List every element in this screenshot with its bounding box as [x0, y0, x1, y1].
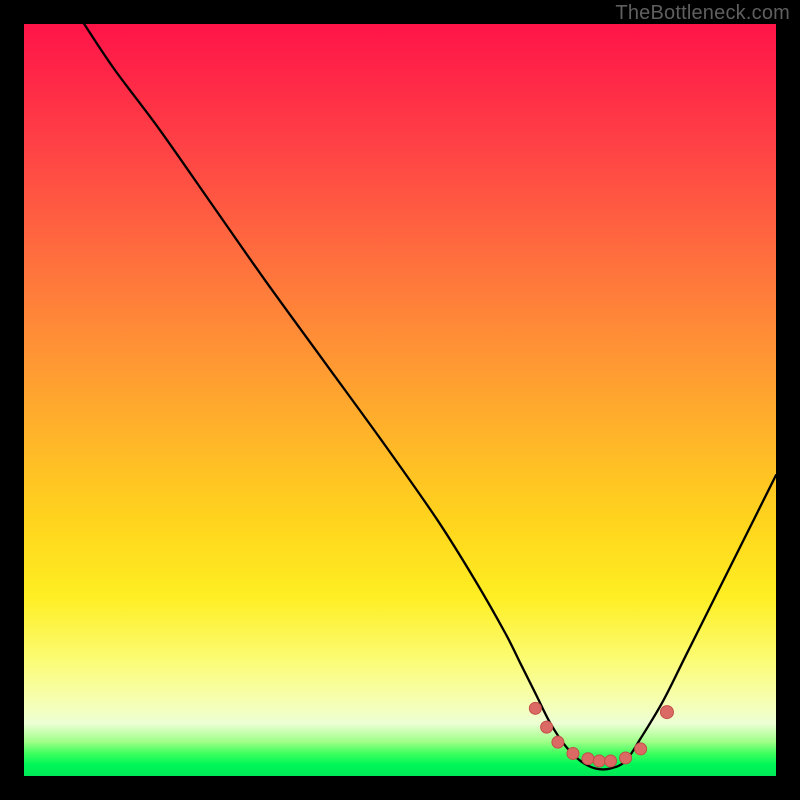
- watermark-text: TheBottleneck.com: [615, 2, 790, 25]
- trough-marker-dot: [635, 743, 647, 755]
- trough-marker-dot: [593, 755, 605, 767]
- trough-marker-dot: [541, 721, 553, 733]
- trough-marker-dot: [620, 752, 632, 764]
- trough-marker-dot: [529, 702, 541, 714]
- chart-svg: [24, 24, 776, 776]
- plot-area: [24, 24, 776, 776]
- trough-marker-dot: [660, 706, 673, 719]
- chart-frame: TheBottleneck.com: [0, 0, 800, 800]
- bottleneck-curve: [84, 24, 776, 769]
- trough-marker-dot: [582, 753, 594, 765]
- trough-markers: [529, 702, 673, 767]
- trough-marker-dot: [552, 736, 564, 748]
- trough-marker-dot: [605, 755, 617, 767]
- trough-marker-dot: [567, 747, 579, 759]
